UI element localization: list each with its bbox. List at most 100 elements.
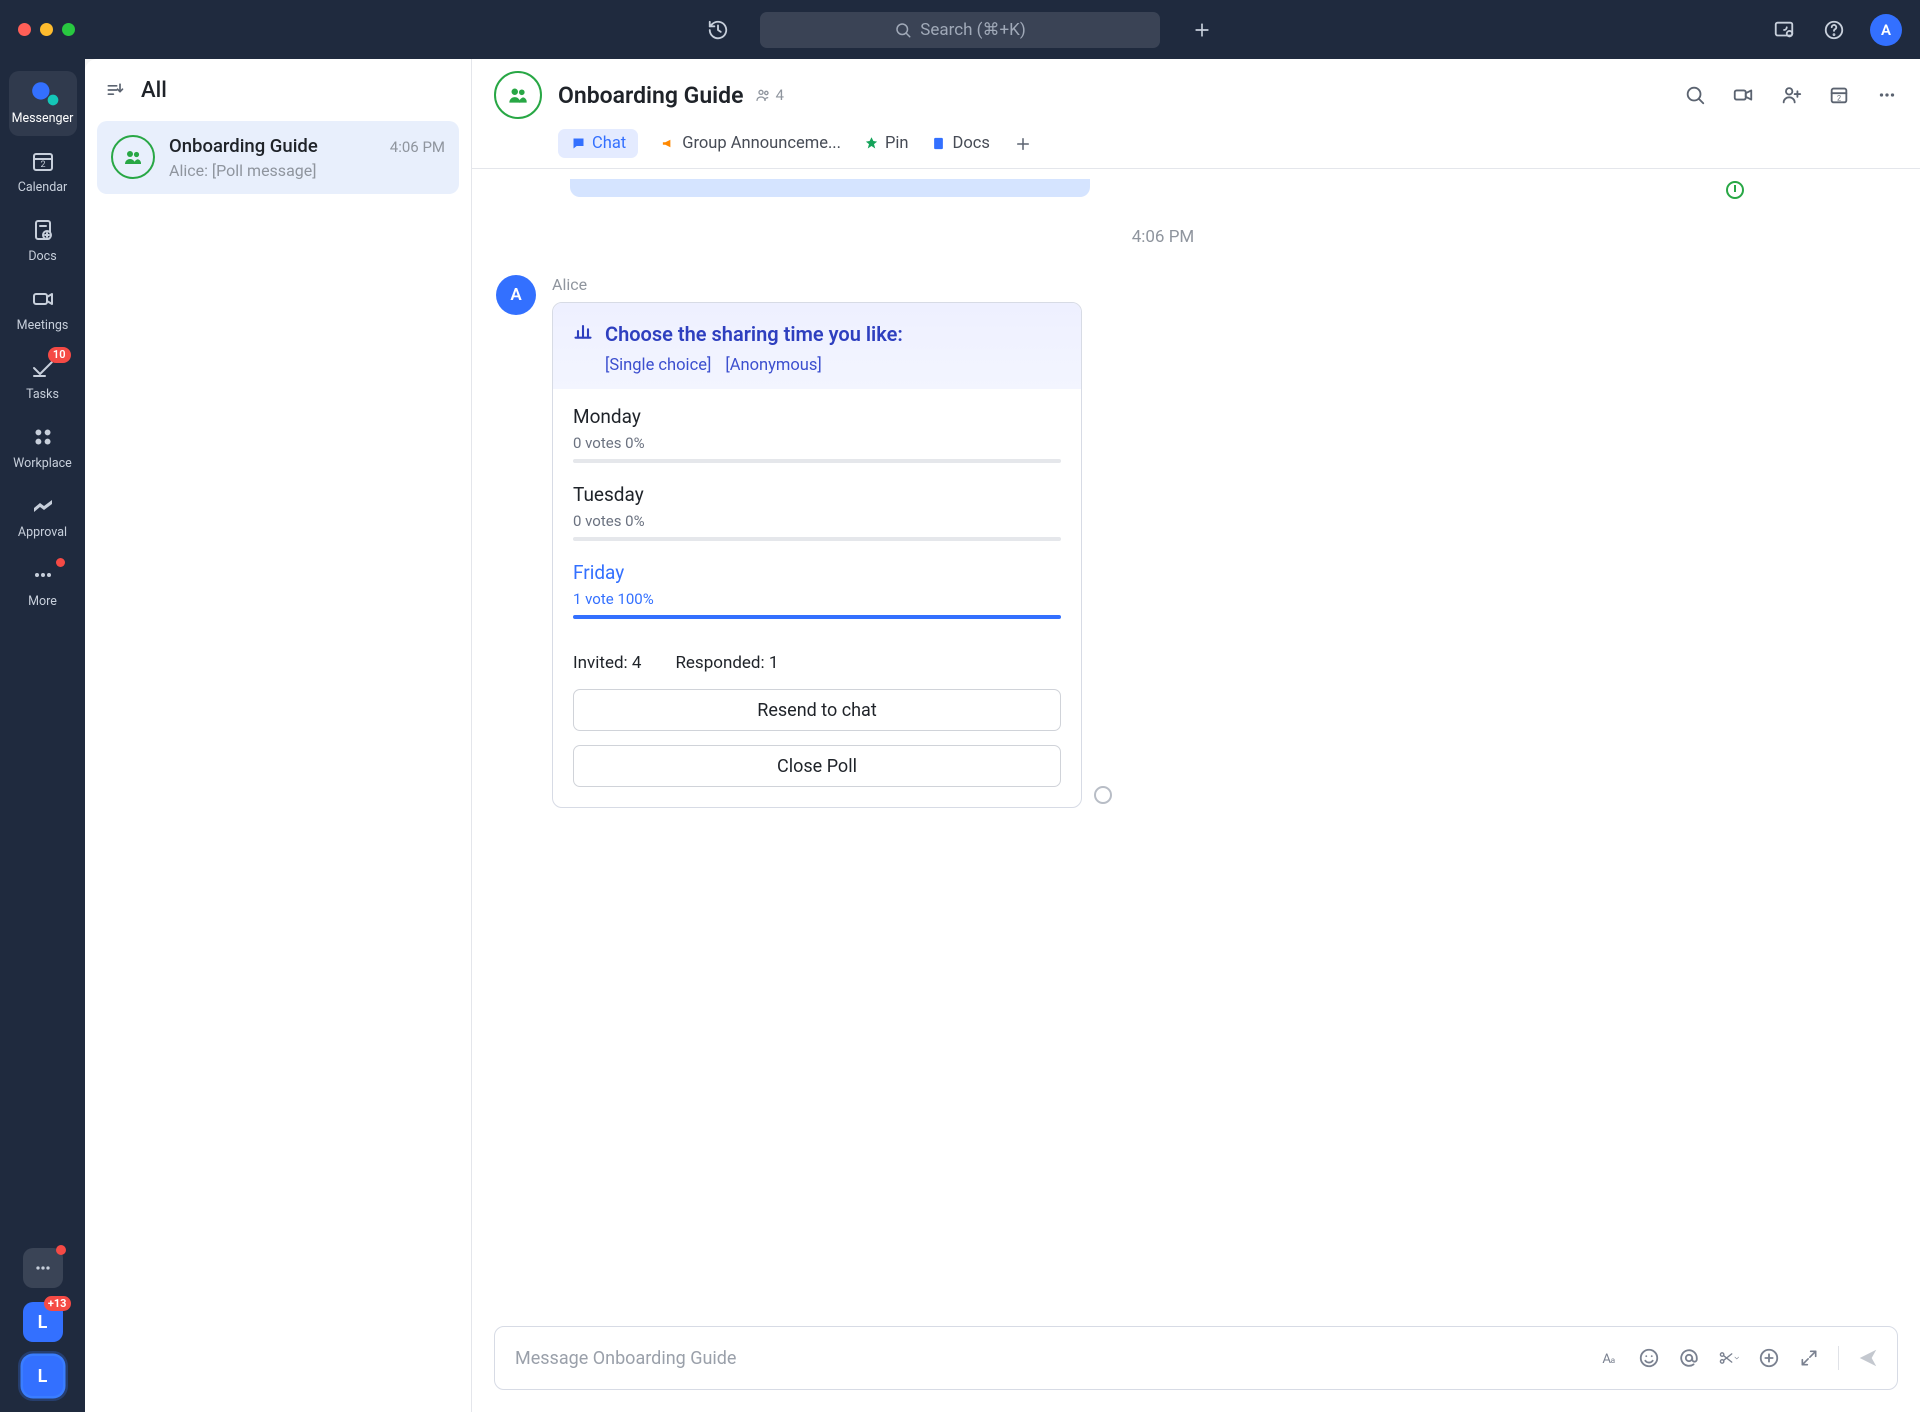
nav-tasks[interactable]: 10 Tasks <box>9 347 77 412</box>
emoji-icon[interactable] <box>1638 1347 1660 1369</box>
plus-icon <box>1192 20 1212 40</box>
more-dot-badge <box>56 558 65 567</box>
nav-workplace[interactable]: Workplace <box>9 416 77 481</box>
new-button[interactable] <box>1188 16 1216 44</box>
conversation-preview: Alice: [Poll message] <box>169 161 445 180</box>
history-icon[interactable] <box>704 16 732 44</box>
chat-tab-icon <box>570 136 586 152</box>
nav-more[interactable]: More <box>9 554 77 619</box>
nav-label: Approval <box>18 525 67 540</box>
profile-avatar[interactable]: A <box>1870 14 1902 46</box>
svg-text:a: a <box>1611 1356 1616 1366</box>
chat-search-icon[interactable] <box>1684 84 1706 106</box>
separator <box>1838 1346 1839 1370</box>
workspace-badge: +13 <box>44 1296 71 1311</box>
window-controls <box>18 23 75 36</box>
sender-avatar[interactable]: A <box>496 275 536 315</box>
workspace-overflow[interactable] <box>23 1248 63 1288</box>
titlebar: Search (⌘+K) A <box>0 0 1920 59</box>
nav-label: More <box>28 594 57 609</box>
help-icon[interactable] <box>1820 16 1848 44</box>
nav-docs[interactable]: Docs <box>9 209 77 274</box>
tab-pin[interactable]: Pin <box>863 134 909 153</box>
add-member-icon[interactable] <box>1780 84 1802 106</box>
poll-title: Choose the sharing time you like: <box>605 322 903 346</box>
poll-tag: [Single choice] <box>605 356 711 375</box>
search-placeholder: Search (⌘+K) <box>920 20 1026 40</box>
notifications-icon[interactable] <box>1770 16 1798 44</box>
calendar-panel-icon[interactable]: 2 <box>1828 84 1850 106</box>
minimize-window-button[interactable] <box>40 23 53 36</box>
chat-header: Onboarding Guide 4 2 Chat <box>472 59 1920 169</box>
poll-option-stat: 0 votes 0% <box>573 512 1061 530</box>
poll-option[interactable]: Tuesday0 votes 0% <box>573 483 1061 541</box>
nav-label: Workplace <box>13 456 72 471</box>
overflow-dot-badge <box>56 1245 66 1255</box>
chat-messages: 4:06 PM A Alice Choose the sharing time … <box>472 169 1920 1326</box>
expand-icon[interactable] <box>1798 1347 1820 1369</box>
list-header-title: All <box>141 78 167 103</box>
conversation-item[interactable]: Onboarding Guide 4:06 PM Alice: [Poll me… <box>97 121 459 194</box>
text-format-icon[interactable]: Aa <box>1598 1347 1620 1369</box>
nav-messenger[interactable]: Messenger <box>9 71 77 136</box>
time-separator: 4:06 PM <box>496 227 1830 247</box>
message-row: A Alice Choose the sharing time you like… <box>496 275 1830 808</box>
add-attachment-icon[interactable] <box>1758 1347 1780 1369</box>
poll-responded: Responded: 1 <box>675 653 778 673</box>
nav-label: Messenger <box>12 111 74 126</box>
resend-to-chat-button[interactable]: Resend to chat <box>573 689 1061 731</box>
scheduled-icon <box>1726 181 1744 199</box>
poll-option[interactable]: Friday1 vote 100% <box>573 561 1061 619</box>
read-receipt-icon[interactable] <box>1094 786 1112 804</box>
nav-label: Tasks <box>26 387 59 402</box>
poll-tag: [Anonymous] <box>725 356 821 375</box>
nav-calendar[interactable]: 2 Calendar <box>9 140 77 205</box>
previous-message-bubble[interactable] <box>570 179 1090 197</box>
tab-announcement[interactable]: Group Announceme... <box>660 134 841 153</box>
poll-card: Choose the sharing time you like: [Singl… <box>552 302 1082 808</box>
poll-option-stat: 0 votes 0% <box>573 434 1061 452</box>
workspace-switcher-2[interactable]: L <box>23 1356 63 1396</box>
docs-tab-icon <box>931 136 947 152</box>
members-icon <box>755 87 771 103</box>
docs-icon <box>28 215 58 245</box>
conversation-title: Onboarding Guide <box>169 135 382 157</box>
group-avatar-icon <box>111 135 155 179</box>
chat-tabs: Chat Group Announceme... Pin Docs <box>494 119 1898 168</box>
chat-panel: Onboarding Guide 4 2 Chat <box>472 59 1920 1412</box>
send-button[interactable] <box>1857 1347 1879 1369</box>
poll-option-bar <box>573 459 1061 463</box>
scissors-icon[interactable] <box>1718 1347 1740 1369</box>
nav-label: Calendar <box>18 180 68 195</box>
svg-text:2: 2 <box>1837 94 1841 103</box>
close-window-button[interactable] <box>18 23 31 36</box>
start-video-icon[interactable] <box>1732 84 1754 106</box>
workspace-switcher-1[interactable]: +13 L <box>23 1302 63 1342</box>
search-icon <box>894 21 912 39</box>
poll-icon <box>573 321 593 346</box>
search-input[interactable]: Search (⌘+K) <box>760 12 1160 48</box>
chat-more-icon[interactable] <box>1876 84 1898 106</box>
nav-approval[interactable]: Approval <box>9 485 77 550</box>
approval-icon <box>28 491 58 521</box>
nav-meetings[interactable]: Meetings <box>9 278 77 343</box>
tab-add-button[interactable] <box>1012 133 1034 155</box>
conversation-list-panel: All Onboarding Guide 4:06 PM Alice: [Pol… <box>85 59 472 1412</box>
filter-icon[interactable] <box>105 80 125 100</box>
poll-option-stat: 1 vote 100% <box>573 590 1061 608</box>
maximize-window-button[interactable] <box>62 23 75 36</box>
nav-label: Meetings <box>17 318 69 333</box>
more-icon <box>28 560 58 590</box>
grid-icon <box>28 422 58 452</box>
tab-chat[interactable]: Chat <box>558 129 638 158</box>
poll-option-name: Monday <box>573 405 1061 428</box>
pin-icon <box>863 136 879 152</box>
tab-docs[interactable]: Docs <box>931 134 990 153</box>
mention-icon[interactable] <box>1678 1347 1700 1369</box>
close-poll-button[interactable]: Close Poll <box>573 745 1061 787</box>
message-input[interactable] <box>513 1347 1586 1370</box>
poll-option-bar <box>573 615 1061 619</box>
chat-bubble-icon <box>28 77 58 107</box>
chat-member-count[interactable]: 4 <box>755 86 783 104</box>
poll-option[interactable]: Monday 0 votes 0% <box>573 405 1061 463</box>
